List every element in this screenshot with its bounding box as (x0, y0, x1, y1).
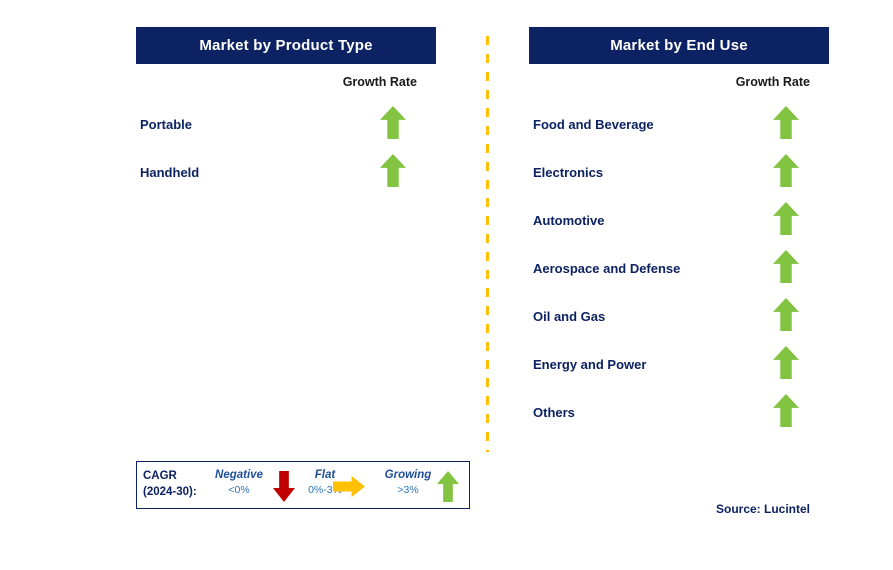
arrow-up-icon (380, 154, 406, 187)
arrow-up-icon (773, 202, 799, 235)
table-row: Automotive (529, 202, 829, 250)
end-use-row-label: Automotive (533, 213, 605, 228)
panel-title-product-type: Market by Product Type (136, 27, 436, 64)
end-use-row-label: Food and Beverage (533, 117, 654, 132)
legend-negative-title: Negative (215, 469, 263, 481)
table-row: Others (529, 394, 829, 442)
table-row: Aerospace and Defense (529, 250, 829, 298)
product-type-row-label: Handheld (140, 165, 200, 180)
table-row: Electronics (529, 154, 829, 202)
legend-negative-range: <0% (228, 484, 250, 496)
table-row: Oil and Gas (529, 298, 829, 346)
cagr-caption-line2: (2024-30): (143, 486, 197, 498)
arrow-up-icon (380, 106, 406, 139)
arrow-right-icon (333, 476, 365, 497)
arrow-up-icon (773, 298, 799, 331)
end-use-row-list: Food and Beverage Electronics Automotive Ae… (529, 106, 829, 442)
source-attribution: Source: Lucintel (716, 502, 811, 516)
end-use-row-label: Oil and Gas (533, 309, 606, 324)
table-row: Food and Beverage (529, 106, 829, 154)
end-use-row-label: Aerospace and Defense (533, 261, 681, 276)
arrow-up-icon (773, 394, 799, 427)
panel-market-by-end-use: Market by End Use Growth Rate Food and B… (529, 0, 829, 570)
vertical-dashed-divider (486, 36, 489, 452)
growth-rate-header-left: Growth Rate (342, 75, 417, 89)
end-use-row-label: Electronics (533, 165, 604, 180)
legend-growing-range: >3% (397, 484, 419, 496)
panel-title-end-use: Market by End Use (529, 27, 829, 64)
end-use-row-label: Others (533, 405, 575, 420)
growth-rate-header-right: Growth Rate (735, 75, 810, 89)
table-row: Handheld (136, 154, 436, 202)
arrow-up-icon (773, 106, 799, 139)
table-row: Energy and Power (529, 346, 829, 394)
end-use-row-label: Energy and Power (533, 357, 647, 372)
table-row: Portable (136, 106, 436, 154)
arrow-up-icon (437, 471, 459, 502)
product-type-row-list: Portable Handheld (136, 106, 436, 202)
cagr-caption-line1: CAGR (143, 470, 177, 482)
arrow-up-icon (773, 346, 799, 379)
arrow-up-icon (773, 250, 799, 283)
legend-item-negative: Negative <0% (203, 468, 275, 498)
arrow-up-icon (773, 154, 799, 187)
legend-growing-title: Growing (384, 469, 432, 481)
legend-item-growing: Growing >3% (372, 468, 444, 498)
cagr-legend: CAGR (2024-30): Negative <0% Flat 0%-3% … (136, 461, 470, 509)
product-type-row-label: Portable (140, 117, 193, 132)
cagr-legend-caption: CAGR (2024-30): (143, 468, 197, 500)
